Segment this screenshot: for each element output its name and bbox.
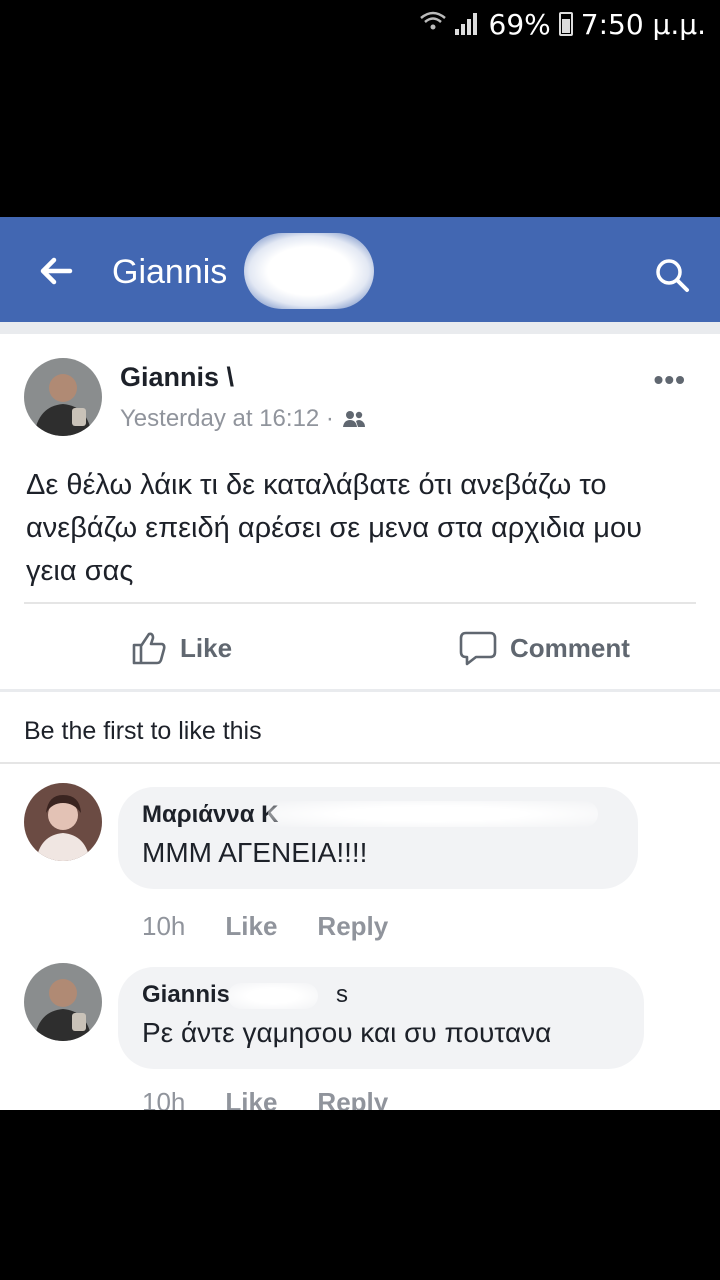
post-body: Δε θέλω λάικ τι δε καταλάβατε ότι ανεβάζ… xyxy=(26,469,642,587)
like-button[interactable]: Like xyxy=(130,629,232,667)
comment-reply-button[interactable]: Reply xyxy=(317,911,388,942)
battery-icon xyxy=(558,12,573,36)
friends-privacy-icon xyxy=(342,411,365,427)
post-meta: Yesterday at 16:12 · xyxy=(120,405,366,433)
redaction-blur xyxy=(268,801,598,827)
comment-button[interactable]: Comment xyxy=(458,629,720,667)
comment: Giannis s Ρε άντε γαμησου και συ πουτανα … xyxy=(0,963,720,1110)
more-options-icon[interactable]: ••• xyxy=(654,364,686,396)
divider xyxy=(0,762,720,764)
speech-bubble-icon xyxy=(459,631,497,666)
back-arrow-icon[interactable] xyxy=(36,251,76,291)
facebook-post-screen: Gianniss Giannis \ Yesterday at 16:12 · xyxy=(0,217,720,1110)
likes-summary: Be the first to like this xyxy=(24,717,262,745)
comment-bubble[interactable]: Μαριάννα Κ ΜΜΜ ΑΓΕΝΕΙΑ!!!! xyxy=(118,787,638,889)
post-timestamp[interactable]: Yesterday at 16:12 · xyxy=(120,405,334,433)
comment-label: Comment xyxy=(510,632,630,663)
comment-time: 10h xyxy=(142,911,186,941)
avatar[interactable] xyxy=(24,963,102,1041)
comment-text: Ρε άντε γαμησου και συ πουτανα xyxy=(142,1017,552,1048)
clock: 7:50 μ.μ. xyxy=(580,7,706,41)
comment-like-button[interactable]: Like xyxy=(225,911,277,942)
redaction-blur xyxy=(228,983,318,1009)
separator-band xyxy=(0,322,720,334)
post-actions: Like Comment xyxy=(0,617,720,692)
avatar[interactable] xyxy=(24,358,102,436)
comment-time: 10h xyxy=(142,1087,186,1110)
app-bar: Gianniss xyxy=(0,217,720,322)
post-author[interactable]: Giannis \ xyxy=(120,362,234,393)
like-label: Like xyxy=(180,632,233,663)
redaction-blur xyxy=(244,233,374,309)
status-bar: 69% 7:50 μ.μ. xyxy=(0,0,720,48)
signal-icon xyxy=(454,13,477,35)
wifi-icon xyxy=(419,10,447,38)
comment: Μαριάννα Κ ΜΜΜ ΑΓΕΝΕΙΑ!!!! 10h Like Repl… xyxy=(0,783,720,943)
comment-text: ΜΜΜ ΑΓΕΝΕΙΑ!!!! xyxy=(142,837,368,868)
battery-percent: 69% xyxy=(488,7,551,41)
comment-actions: 10h Like Reply xyxy=(142,1087,388,1110)
comment-actions: 10h Like Reply xyxy=(142,911,388,942)
comment-author[interactable]: Giannis s xyxy=(142,981,620,1009)
divider xyxy=(24,602,696,604)
comment-reply-button[interactable]: Reply xyxy=(317,1087,388,1110)
avatar[interactable] xyxy=(24,783,102,861)
thumbs-up-icon xyxy=(132,632,166,665)
comment-like-button[interactable]: Like xyxy=(225,1087,277,1110)
separator-band xyxy=(0,689,720,692)
comment-bubble[interactable]: Giannis s Ρε άντε γαμησου και συ πουτανα xyxy=(118,967,644,1069)
search-icon[interactable] xyxy=(652,255,692,295)
